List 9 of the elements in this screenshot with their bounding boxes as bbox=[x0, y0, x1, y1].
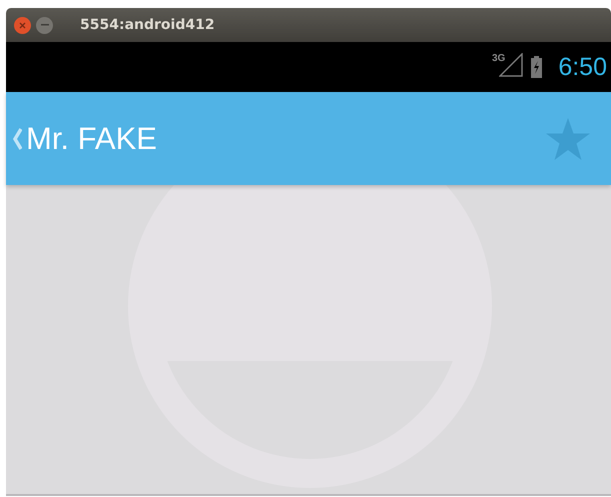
battery-icon bbox=[531, 56, 542, 78]
close-button[interactable] bbox=[14, 16, 31, 34]
network-type: 3G bbox=[492, 53, 506, 64]
chevron-left-icon bbox=[12, 126, 22, 152]
close-icon bbox=[19, 22, 26, 28]
window-title: 5554:android412 bbox=[80, 17, 215, 33]
clock-time: 6:50 bbox=[558, 52, 607, 82]
minimize-button[interactable] bbox=[36, 16, 53, 34]
minimize-icon bbox=[40, 24, 48, 26]
